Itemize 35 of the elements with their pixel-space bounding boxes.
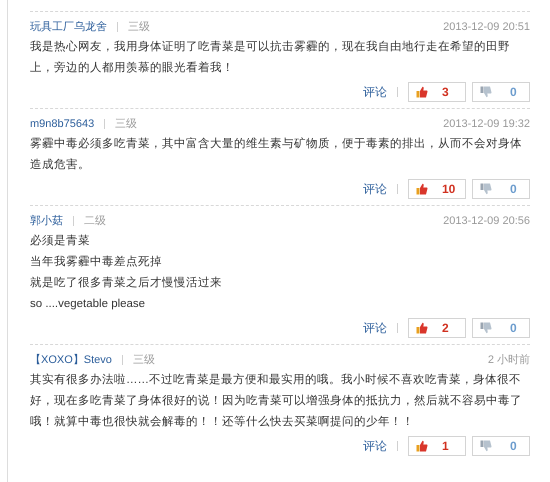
comment-time: 2013-12-09 19:32 xyxy=(443,117,530,132)
thumbs-down-icon xyxy=(480,183,492,195)
thumbs-down-icon xyxy=(480,86,492,98)
thumbs-down-icon xyxy=(480,322,492,334)
thumbs-up-icon xyxy=(416,86,428,98)
username-link[interactable]: m9n8b75643 xyxy=(30,116,94,132)
username-link[interactable]: 郭小菇 xyxy=(30,213,63,229)
reply-link[interactable]: 评论 xyxy=(363,83,387,101)
like-button[interactable]: 2 xyxy=(408,318,466,338)
comment-text: 雾霾中毒必须多吃青菜，其中富含大量的维生素与矿物质，便于毒素的排出，从而不会对身体造成危害。 xyxy=(30,136,523,173)
user-level: 三级 xyxy=(115,117,138,132)
thumbs-up-icon xyxy=(416,183,428,195)
thumbs-down-icon xyxy=(480,440,492,452)
reply-link[interactable]: 评论 xyxy=(363,180,387,198)
comment-text: 其实有很多办法啦……不过吃青菜是最方便和最实用的哦。我小时候不喜欢吃青菜，身体很不好，现在多吃青菜了身体很好的说！因为吃青菜可以增强身体的抵抗力，然后就不容易中毒了哦！就算中毒也很快就会解毒的！！还等什么快去买菜啊提问的少年！！ xyxy=(30,372,523,430)
user-level: 二级 xyxy=(84,214,106,229)
comment-time: 2013-12-09 20:51 xyxy=(443,20,530,35)
comment-text: 就是吃了很多青菜之后才慢慢活过来 xyxy=(30,275,223,291)
comment-time: 2 小时前 xyxy=(488,353,530,368)
thumbs-up-icon xyxy=(416,322,428,334)
username-link[interactable]: 【XOXO】Stevo xyxy=(30,352,112,368)
user-level: 三级 xyxy=(132,353,155,368)
comment-text: 必须是青菜 xyxy=(30,234,91,249)
user-level: 三级 xyxy=(128,20,150,35)
like-button[interactable]: 10 xyxy=(408,179,466,199)
reply-link[interactable]: 评论 xyxy=(363,319,387,337)
like-button[interactable]: 1 xyxy=(408,436,466,456)
username-link[interactable]: 玩具工厂乌龙舍 xyxy=(30,19,107,35)
comment-time: 2013-12-09 20:56 xyxy=(443,214,530,229)
comment-text: 当年我雾霾中毒差点死掉 xyxy=(30,254,163,270)
thumbs-up-icon xyxy=(416,440,428,452)
comment-text: 我是热心网友，我用身体证明了吃青菜是可以抗击雾霾的，现在我自由地行走在希望的田野上，旁边的人都用羡慕的眼光看着我！ xyxy=(30,39,511,76)
reply-link[interactable]: 评论 xyxy=(363,437,387,455)
like-button[interactable]: 3 xyxy=(408,82,466,102)
comment-text: so ....vegetable please xyxy=(30,297,146,312)
